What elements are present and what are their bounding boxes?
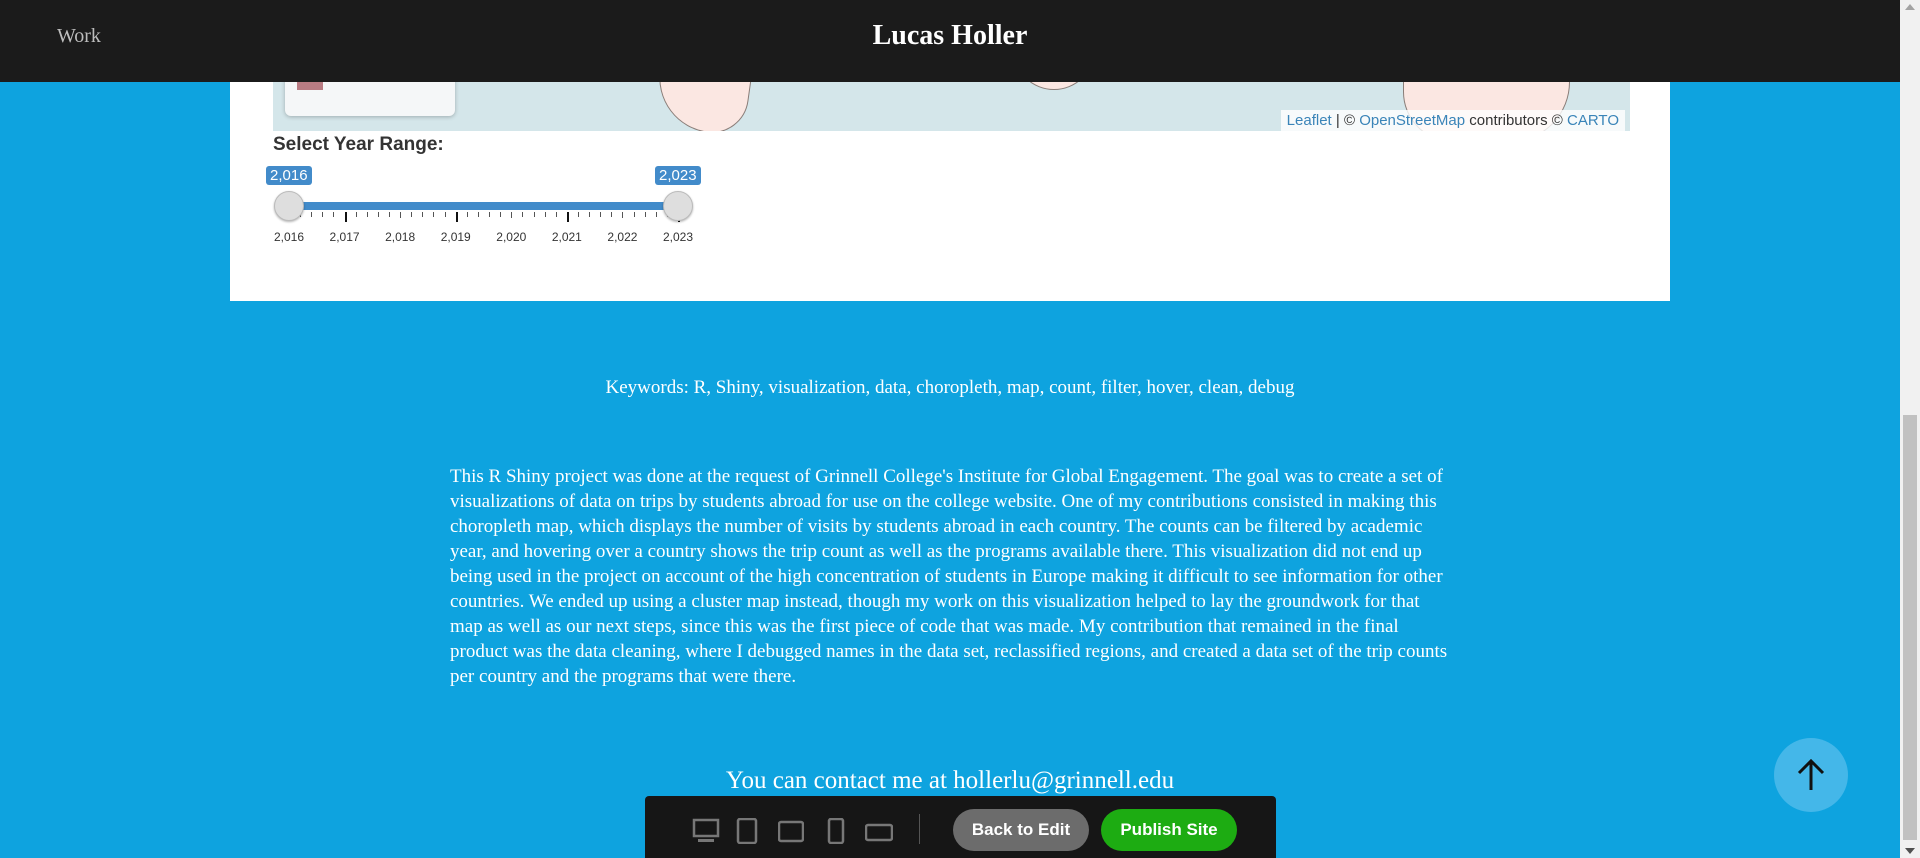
map-attribution: Leaflet | © OpenStreetMap contributors ©… bbox=[1280, 110, 1625, 131]
slider-tick bbox=[511, 212, 513, 218]
slider-tick bbox=[633, 212, 635, 217]
contact-text: You can contact me at hollerlu@grinnell.… bbox=[725, 767, 1175, 794]
back-to-edit-button[interactable]: Back to Edit bbox=[953, 809, 1089, 851]
leaflet-link[interactable]: Leaflet bbox=[1287, 112, 1332, 129]
slider-tick bbox=[355, 212, 357, 217]
page-scrollbar[interactable] bbox=[1900, 0, 1920, 858]
slider-tick-label: 2,021 bbox=[551, 230, 582, 244]
slider-tick bbox=[322, 212, 324, 217]
slider-tick-label: 2,020 bbox=[496, 230, 527, 244]
mobile-portrait-icon[interactable] bbox=[827, 818, 845, 844]
slider-tick bbox=[555, 212, 557, 217]
openstreetmap-link[interactable]: OpenStreetMap bbox=[1359, 112, 1465, 129]
slider-tick bbox=[311, 212, 313, 217]
slider-tick bbox=[389, 212, 391, 217]
slider-track[interactable] bbox=[288, 202, 678, 210]
project-description: This R Shiny project was done at the req… bbox=[450, 466, 1448, 687]
slider-tick bbox=[655, 212, 657, 217]
scrollbar-thumb[interactable] bbox=[1903, 415, 1917, 840]
slider-tick-label: 2,019 bbox=[440, 230, 471, 244]
slider-tick bbox=[344, 212, 347, 222]
year-range-label: Select Year Range: bbox=[273, 134, 444, 155]
slider-from-badge: 2,016 bbox=[266, 166, 312, 185]
attribution-separator: | © bbox=[1335, 112, 1356, 129]
slider-tick bbox=[577, 212, 579, 217]
slider-tick bbox=[600, 212, 602, 217]
slider-tick bbox=[366, 212, 368, 217]
slider-tick bbox=[377, 212, 379, 217]
scroll-up-arrow-icon[interactable] bbox=[1905, 4, 1915, 10]
slider-tick bbox=[433, 212, 435, 217]
arrow-up-icon bbox=[1797, 758, 1825, 790]
slider-tick-label: 2,016 bbox=[273, 230, 305, 244]
tablet-landscape-icon[interactable] bbox=[778, 818, 804, 844]
slider-tick bbox=[544, 212, 546, 217]
attribution-contributors: contributors © bbox=[1469, 112, 1563, 129]
slider-tick bbox=[455, 212, 458, 222]
carto-link[interactable]: CARTO bbox=[1567, 112, 1619, 129]
slider-tick bbox=[333, 212, 335, 217]
slider-tick bbox=[489, 212, 491, 217]
editor-toolbar: Back to Edit Publish Site bbox=[645, 796, 1276, 858]
site-title[interactable]: Lucas Holler bbox=[0, 20, 1900, 52]
slider-tick-label: 2,023 bbox=[662, 230, 694, 244]
desktop-icon[interactable] bbox=[692, 818, 720, 844]
slider-tick bbox=[644, 212, 646, 217]
slider-to-badge: 2,023 bbox=[655, 166, 701, 185]
slider-tick bbox=[477, 212, 479, 217]
slider-tick bbox=[589, 212, 591, 217]
slider-tick-label: 2,017 bbox=[329, 230, 360, 244]
site-header: Work Lucas Holler bbox=[0, 0, 1900, 82]
slider-tick bbox=[400, 212, 402, 218]
publish-site-button[interactable]: Publish Site bbox=[1101, 809, 1237, 851]
slider-handle-from[interactable] bbox=[274, 191, 304, 221]
toolbar-divider bbox=[919, 814, 920, 844]
slider-tick bbox=[522, 212, 524, 217]
slider-tick bbox=[533, 212, 535, 217]
slider-tick-label: 2,022 bbox=[607, 230, 638, 244]
slider-tick bbox=[566, 212, 569, 222]
slider-tick bbox=[422, 212, 424, 217]
slider-handle-to[interactable] bbox=[663, 191, 693, 221]
slider-tick bbox=[411, 212, 413, 217]
back-to-top-button[interactable] bbox=[1774, 738, 1848, 812]
mobile-landscape-icon[interactable] bbox=[865, 818, 893, 844]
slider-tick bbox=[444, 212, 446, 217]
slider-tick-label: 2,018 bbox=[385, 230, 416, 244]
slider-tick bbox=[611, 212, 613, 217]
slider-tick bbox=[466, 212, 468, 217]
slider-tick bbox=[622, 212, 624, 218]
tablet-portrait-icon[interactable] bbox=[736, 818, 758, 844]
slider-tick bbox=[500, 212, 502, 217]
keywords-text: Keywords: R, Shiny, visualization, data,… bbox=[605, 377, 1295, 398]
scroll-down-arrow-icon[interactable] bbox=[1905, 848, 1915, 854]
